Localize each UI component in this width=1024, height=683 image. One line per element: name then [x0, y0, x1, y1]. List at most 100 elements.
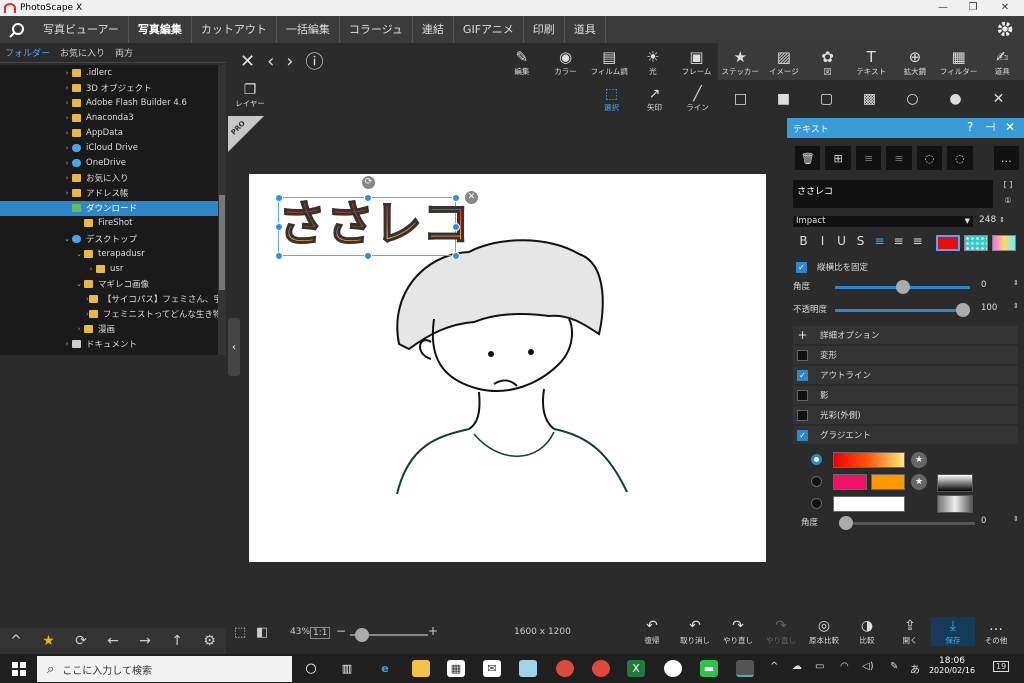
folder-panel-tab[interactable]: フォルダー [0, 46, 55, 59]
tree-row[interactable]: › アドレス帳 [0, 186, 218, 201]
clock[interactable]: 18:06 2020/02/16 [924, 656, 980, 675]
send-back-icon[interactable]: ≡ [886, 146, 912, 170]
menu-tab[interactable]: GIFアニメ [454, 16, 524, 43]
task-view-icon[interactable]: ▥ [338, 660, 356, 677]
search-button[interactable] [0, 16, 34, 43]
section-checkbox[interactable]: ✓ [797, 429, 808, 441]
open-button[interactable]: ⇪ 開く [888, 617, 932, 646]
onedrive-icon[interactable]: ☁ [792, 661, 802, 672]
gradient-angle-knob[interactable] [839, 516, 853, 530]
tree-row[interactable]: › 3D オブジェクト [0, 80, 218, 95]
tree-row[interactable]: › Adobe Flash Builder 4.6 [0, 95, 218, 110]
tree-arrow-icon[interactable]: › [62, 189, 72, 197]
menu-tab[interactable]: 連結 [413, 16, 454, 43]
back-icon[interactable]: ← [107, 633, 119, 649]
text-box-button[interactable]: [ ] [998, 180, 1018, 192]
tree-row[interactable]: › iCloud Drive [0, 140, 218, 155]
battery-icon[interactable]: ▭ [815, 661, 824, 672]
font-select[interactable]: Impact ▼ [793, 216, 973, 227]
menu-tab[interactable]: コラージュ [340, 16, 413, 43]
tree-row[interactable]: ⌄ デスクトップ [0, 231, 218, 246]
tree-arrow-icon[interactable]: › [62, 340, 72, 348]
menu-tab[interactable]: カットアウト [192, 16, 277, 43]
resize-handle[interactable] [275, 223, 283, 231]
category-2-button[interactable]: ▤ フィルム調 [587, 43, 631, 80]
maximize-button[interactable]: ❐ [958, 0, 988, 16]
tree-arrow-icon[interactable]: ⌄ [74, 250, 84, 258]
keep-aspect-row[interactable]: ✓ 縦横比を固定 [796, 260, 1016, 274]
tree-row[interactable]: › .idlerc [0, 65, 218, 80]
shape-tool-button[interactable]: ● [934, 91, 977, 107]
category-3-button[interactable]: ☀ 光 [631, 43, 675, 80]
resize-handle[interactable] [364, 194, 372, 202]
taskbar-search[interactable]: ⌕ ここに入力して検索 [37, 656, 292, 682]
tree-arrow-icon[interactable]: › [74, 325, 84, 333]
start-button[interactable] [0, 654, 38, 683]
gradient-radio[interactable] [811, 498, 822, 509]
tree-arrow-icon[interactable]: › [62, 69, 72, 77]
shape-tool-button[interactable]: ▢ [805, 91, 848, 107]
delete-icon[interactable]: 🗑 [795, 146, 821, 170]
keep-aspect-checkbox[interactable]: ✓ [796, 261, 807, 273]
tree-row[interactable]: ⌄ マギレコ画像 [0, 276, 218, 291]
section-checkbox[interactable] [797, 409, 808, 421]
section-checkbox[interactable] [797, 389, 808, 401]
explorer-icon[interactable] [412, 660, 430, 677]
info-icon[interactable]: ⓘ [306, 48, 324, 74]
close-image-icon[interactable]: ✕ [240, 51, 255, 72]
photoscape-icon[interactable] [736, 660, 754, 677]
bring-front-icon[interactable]: ≡ [855, 146, 882, 170]
folder-panel-tab[interactable]: お気に入り [55, 46, 110, 59]
zoom-in-button[interactable]: + [428, 624, 438, 638]
resize-handle[interactable] [275, 252, 283, 260]
star-icon[interactable]: ★ [911, 452, 927, 468]
italic-button[interactable]: I [814, 234, 831, 248]
mail-icon[interactable]: ✉ [483, 660, 501, 677]
next-icon[interactable]: › [286, 51, 293, 72]
actual-size-button[interactable]: 1:1 [310, 627, 331, 639]
tree-row[interactable]: › usr [0, 261, 218, 276]
tree-arrow-icon[interactable]: › [86, 265, 96, 273]
tray-chevron-icon[interactable]: ^ [770, 661, 778, 672]
tree-arrow-icon[interactable]: ⌄ [74, 280, 84, 288]
previous-icon[interactable]: ‹ [267, 51, 274, 72]
revert-button[interactable]: ↶ 復帰 [630, 617, 674, 646]
shape-tool-button[interactable]: ⬚ 選択 [590, 86, 633, 113]
more-button[interactable]: … その他 [974, 617, 1018, 646]
shape-tool-button[interactable]: □ [719, 91, 762, 107]
menu-tab[interactable]: 印刷 [524, 16, 565, 43]
category-7-button[interactable]: ✿ 図 [805, 43, 850, 80]
gradient-bar[interactable] [833, 452, 905, 468]
section-checkbox[interactable]: ✓ [797, 369, 808, 381]
tree-row[interactable]: ⌄ terapadusr [0, 246, 218, 261]
cortana-icon[interactable]: ○ [302, 660, 320, 677]
tree-row[interactable]: FireShot [0, 216, 218, 231]
strike-button[interactable]: S [852, 234, 869, 248]
stepper-icon[interactable]: ⇕ [1013, 515, 1019, 523]
chrome-icon[interactable] [556, 660, 574, 677]
tree-arrow-icon[interactable]: ⌄ [62, 235, 72, 243]
volume-icon[interactable]: ◁) [862, 661, 874, 672]
angle-slider-knob[interactable] [895, 280, 910, 294]
tree-row[interactable]: ›【サイコパス】フェミさん、宇崎ち [0, 291, 218, 306]
align-left-button[interactable]: ≡ [871, 234, 888, 248]
canvas-text-object[interactable]: ささレコ [277, 192, 471, 256]
save-button[interactable]: ⤓ 保存 [931, 617, 975, 646]
pattern-swatch[interactable] [964, 235, 988, 251]
stepper-icon[interactable]: ⇕ [1013, 302, 1019, 310]
option-section-row[interactable]: + 詳細オプション [793, 326, 1018, 345]
menu-tab[interactable]: 写真ビューアー [34, 16, 129, 43]
resize-handle[interactable] [275, 194, 283, 202]
category-0-button[interactable]: ✎ 編集 [500, 43, 544, 80]
tree-row[interactable]: › 漫画 [0, 322, 218, 337]
pin-icon[interactable]: ⊣ [985, 120, 995, 134]
line-icon[interactable]: ▬ [700, 660, 718, 677]
align-center-button[interactable]: ≡ [890, 234, 907, 248]
option-section-row[interactable]: ✓ グラジエント [793, 426, 1018, 445]
section-checkbox[interactable] [797, 349, 808, 361]
close-panel-icon[interactable]: ✕ [1005, 120, 1015, 134]
ime-icon[interactable]: あ [910, 661, 920, 676]
tree-arrow-icon[interactable]: › [62, 144, 72, 152]
menu-tab[interactable]: 写真編集 [129, 16, 192, 43]
app-icon[interactable] [664, 660, 682, 677]
